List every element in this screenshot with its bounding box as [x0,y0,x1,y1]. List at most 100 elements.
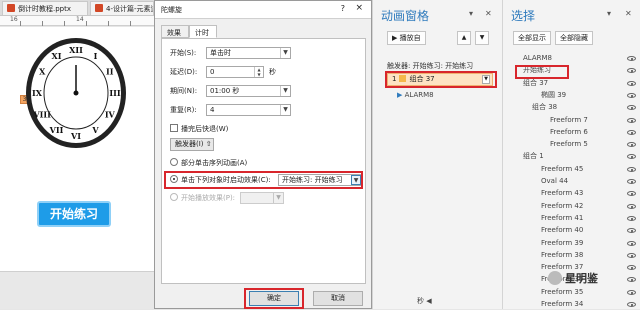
clock-numeral: VIII [32,110,51,120]
visibility-eye-icon[interactable] [627,92,636,98]
watermark: 星明鉴 [548,270,634,288]
tab-document-1[interactable]: 倒计时教程.pptx [2,1,88,15]
start-label: 开始(S): [170,49,197,57]
visibility-eye-icon[interactable] [627,252,636,258]
tree-item[interactable]: Freeform 35 [541,287,583,298]
clock-numeral: V [91,125,99,135]
radio-play-option: 开始播放效果(P): [170,192,235,204]
tree-item[interactable]: ALARM8 [523,53,552,64]
radio-sequence[interactable] [170,158,178,166]
tree-item[interactable]: Freeform 7 [550,115,588,126]
seconds-label: 秒 [417,297,424,305]
visibility-eye-icon[interactable] [627,56,636,61]
clock-numeral: XI [52,51,62,61]
visibility-eye-icon[interactable] [627,240,636,246]
tree-item[interactable]: Freeform 38 [541,250,583,261]
visibility-eye-icon[interactable] [627,179,636,184]
close-icon[interactable]: ✕ [625,9,632,18]
dialog-title: 陀螺旋 [161,6,182,14]
tree-item-label: Freeform 5 [550,140,588,149]
visibility-eye-icon[interactable] [627,289,636,295]
play-from-button[interactable]: ▶ 播放自 [387,31,426,45]
scroll-left-icon[interactable]: ◀ [426,297,431,305]
tree-item[interactable]: 组合 38 [532,102,557,113]
radio-sequence-option[interactable]: 部分单击序列动画(A) [170,157,247,169]
document-tab-strip: 倒计时教程.pptx 4-设计篇-元素逆 [0,0,154,16]
show-all-button[interactable]: 全部显示 [513,31,551,45]
move-down-button[interactable]: ▼ [475,31,489,45]
delay-label: 延迟(D): [170,68,198,76]
clock-numeral: X [39,67,46,77]
start-select[interactable]: 单击时 ▼ [206,47,291,59]
visibility-eye-icon[interactable] [627,142,636,148]
repeat-label: 重复(R): [170,106,197,114]
visibility-eye-icon[interactable] [627,129,636,135]
clock-numeral: IV [105,110,116,120]
hide-all-button[interactable]: 全部隐藏 [555,31,593,45]
tree-item[interactable]: Freeform 39 [541,238,583,249]
tree-item[interactable]: Freeform 41 [541,213,583,224]
cancel-button[interactable]: 取消 [313,291,363,306]
help-icon[interactable]: ? [341,4,345,13]
highlight-frame [164,171,363,189]
tree-item-label: Freeform 40 [541,226,584,235]
tree-item-label: 组合 37 [523,78,549,87]
visibility-eye-icon[interactable] [627,105,636,111]
visibility-eye-icon[interactable] [627,117,636,123]
visibility-eye-icon[interactable] [627,228,636,234]
visibility-eye-icon[interactable] [627,166,636,172]
rewind-option[interactable]: 播完后快退(W) [170,123,228,135]
tree-item[interactable]: Freeform 5 [550,139,588,150]
play-icon: ▶ [392,34,398,42]
tree-item-label: Freeform 42 [541,201,584,210]
tree-item[interactable]: 椭圆 39 [541,90,566,101]
tree-item-label: 组合 1 [523,152,544,161]
visibility-eye-icon[interactable] [627,80,636,86]
visibility-eye-icon[interactable] [627,191,636,197]
move-up-button[interactable]: ▲ [457,31,471,45]
tree-item[interactable]: 组合 37 [523,78,548,89]
chevron-down-icon[interactable]: ▾ [607,9,611,18]
tree-item[interactable]: Freeform 45 [541,164,583,175]
tree-item[interactable]: 组合 1 [523,151,544,162]
chevron-down-icon: ▼ [479,34,485,41]
animation-sub-item[interactable]: ▶ ALARM8 [397,90,434,101]
trigger-button[interactable]: 触发器(I) ⇧ [170,138,214,151]
rewind-checkbox[interactable] [170,124,178,132]
radio-sequence-label: 部分单击序列动画(A) [181,159,248,167]
tree-item-label: Freeform 6 [550,127,588,136]
tree-item[interactable]: Oval 44 [541,176,568,187]
visibility-eye-icon[interactable] [627,302,636,307]
slide-canvas[interactable]: 3 XII I II III IV V VI VII VIII IX X XI 开始练习 [0,27,154,271]
tree-item-label: 椭圆 39 [541,90,567,99]
tab-effect[interactable]: 效果 [161,25,189,38]
duration-label: 期间(N): [170,87,198,95]
duration-select[interactable]: 01:00 秒 ▼ [206,85,291,97]
tree-item[interactable]: Freeform 43 [541,188,583,199]
chevron-down-icon: ▼ [273,193,283,203]
close-icon[interactable]: ✕ [485,9,492,18]
close-icon[interactable]: × [355,3,363,13]
chevron-down-icon[interactable]: ▾ [469,9,473,18]
tree-item[interactable]: Freeform 34 [541,299,583,310]
tree-item[interactable]: Freeform 40 [541,225,583,236]
visibility-eye-icon[interactable] [627,215,636,221]
clock-graphic[interactable]: XIIIIIIIIIVVVIVIIVIIIIXXXI [25,37,127,149]
visibility-eye-icon[interactable] [627,68,636,74]
rewind-label: 播完后快退(W) [181,125,229,133]
tab-timing[interactable]: 计时 [189,25,217,38]
repeat-select[interactable]: 4 ▼ [206,104,291,116]
clock-numeral: II [106,67,114,77]
delay-stepper[interactable]: 0 ▲ ▼ [206,66,264,78]
visibility-eye-icon[interactable] [627,154,636,160]
spin-arrows-icon[interactable]: ▲ ▼ [254,67,263,77]
start-practice-button[interactable]: 开始练习 [37,201,111,227]
tree-item[interactable]: Freeform 42 [541,201,583,212]
tab-document-2[interactable]: 4-设计篇-元素逆 [90,1,154,15]
visibility-eye-icon[interactable] [627,203,636,209]
highlight-frame [385,71,497,88]
slide-bottom-area [0,271,154,309]
tree-item[interactable]: Freeform 6 [550,127,588,138]
expand-icon[interactable]: ▶ [397,91,402,99]
tree-item-label: Freeform 35 [541,287,584,296]
